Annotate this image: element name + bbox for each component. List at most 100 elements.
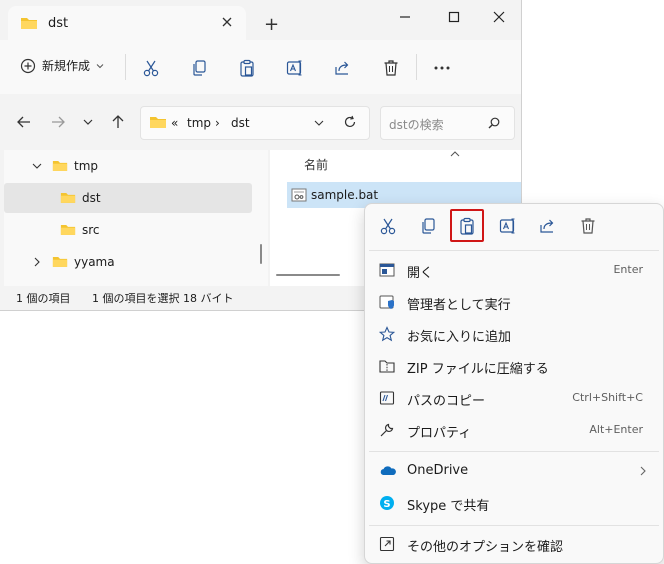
folder-icon	[52, 255, 68, 268]
breadcrumb-dst[interactable]: dst	[231, 116, 250, 130]
tree-item-yyama[interactable]: yyama	[4, 247, 252, 277]
delete-icon[interactable]	[579, 217, 597, 235]
navigation-pane: tmp dst src yyama	[4, 150, 268, 286]
chevron-right-icon[interactable]	[32, 257, 42, 267]
folder-icon	[60, 223, 76, 236]
delete-icon[interactable]	[382, 59, 400, 77]
tree-item-label: tmp	[74, 159, 99, 173]
tree-item-label: src	[82, 223, 100, 237]
recent-locations-icon[interactable]	[82, 114, 94, 130]
search-placeholder: dstの検索	[389, 118, 444, 132]
shield-icon	[379, 294, 395, 310]
menu-divider	[369, 525, 659, 526]
share-icon[interactable]	[539, 217, 557, 235]
zip-icon	[379, 358, 395, 374]
rename-icon[interactable]	[286, 59, 304, 77]
address-overflow[interactable]: «	[171, 116, 178, 130]
copy-icon[interactable]	[419, 217, 437, 235]
close-window-icon[interactable]	[492, 10, 506, 24]
chevron-down-icon[interactable]	[32, 161, 42, 171]
menu-item-run-as-admin[interactable]: 管理者として実行	[369, 286, 659, 318]
toolbar-divider	[416, 54, 417, 80]
search-icon	[487, 116, 501, 130]
star-icon	[379, 326, 395, 342]
menu-item-shortcut: Enter	[613, 263, 643, 276]
copy-path-icon	[379, 390, 395, 406]
rename-icon[interactable]	[499, 217, 517, 235]
folder-icon	[20, 16, 38, 30]
menu-item-label: パスのコピー	[407, 394, 486, 409]
onedrive-icon	[379, 463, 397, 479]
tab-dst[interactable]: dst	[8, 6, 246, 40]
minimize-icon[interactable]	[398, 10, 412, 24]
paste-highlight-box	[450, 209, 484, 242]
menu-item-open[interactable]: 開く Enter	[369, 254, 659, 286]
menu-item-properties[interactable]: プロパティ Alt+Enter	[369, 414, 659, 446]
chevron-down-icon[interactable]	[313, 117, 325, 129]
folder-icon	[52, 159, 68, 172]
folder-icon	[149, 115, 167, 129]
cut-icon[interactable]	[142, 59, 160, 77]
menu-item-onedrive[interactable]: OneDrive	[369, 455, 659, 487]
menu-item-skype-share[interactable]: S Skype で共有	[369, 487, 659, 519]
menu-item-copy-path[interactable]: パスのコピー Ctrl+Shift+C	[369, 382, 659, 414]
breadcrumb-tmp[interactable]: tmp	[187, 116, 211, 130]
forward-icon[interactable]	[50, 114, 66, 130]
new-button-label: 新規作成	[42, 59, 91, 73]
tree-item-tmp[interactable]: tmp	[4, 151, 252, 181]
wrench-icon	[379, 422, 395, 438]
menu-item-label: Skype で共有	[407, 499, 490, 514]
cut-icon[interactable]	[379, 217, 397, 235]
toolbar-divider	[125, 54, 126, 80]
svg-text:S: S	[383, 499, 390, 510]
sort-ascending-icon	[450, 150, 460, 158]
title-bar: dst +	[0, 0, 521, 40]
column-header-name[interactable]: 名前	[304, 156, 328, 173]
chevron-down-icon	[96, 62, 104, 70]
open-icon	[379, 262, 395, 278]
batch-file-icon	[291, 187, 307, 203]
tree-item-src[interactable]: src	[4, 215, 252, 245]
tree-item-dst[interactable]: dst	[4, 183, 252, 213]
menu-item-label: プロパティ	[407, 426, 472, 441]
menu-item-label: OneDrive	[407, 463, 469, 478]
more-options-icon	[379, 536, 395, 552]
menu-item-label: 開く	[407, 266, 434, 281]
tab-title: dst	[48, 16, 69, 31]
share-icon[interactable]	[334, 59, 352, 77]
plus-circle-icon	[20, 58, 36, 74]
command-bar: 新規作成	[0, 40, 521, 94]
status-selection: 1 個の項目を選択 18 バイト	[92, 292, 234, 305]
nav-scrollbar[interactable]	[260, 244, 262, 264]
context-menu: 開く Enter 管理者として実行 お気に入りに追加 ZIP ファイルに圧縮する…	[364, 203, 664, 564]
menu-item-label: ZIP ファイルに圧縮する	[407, 362, 549, 377]
search-box[interactable]: dstの検索	[380, 106, 515, 140]
menu-item-shortcut: Alt+Enter	[589, 423, 643, 436]
status-item-count: 1 個の項目	[16, 292, 71, 305]
refresh-icon[interactable]	[343, 115, 357, 129]
maximize-icon[interactable]	[447, 10, 461, 24]
paste-icon[interactable]	[238, 59, 256, 77]
back-icon[interactable]	[16, 114, 32, 130]
menu-item-more-options[interactable]: その他のオプションを確認	[369, 528, 659, 560]
folder-icon	[60, 191, 76, 204]
menu-item-compress-zip[interactable]: ZIP ファイルに圧縮する	[369, 350, 659, 382]
address-bar[interactable]: « tmp › dst	[140, 106, 370, 140]
new-button[interactable]: 新規作成	[20, 57, 104, 74]
menu-item-label: 管理者として実行	[407, 298, 511, 313]
menu-item-shortcut: Ctrl+Shift+C	[572, 391, 643, 404]
copy-icon[interactable]	[190, 59, 208, 77]
menu-item-add-favorite[interactable]: お気に入りに追加	[369, 318, 659, 350]
new-tab-button[interactable]: +	[264, 14, 279, 35]
skype-icon: S	[379, 495, 395, 511]
close-tab-icon[interactable]	[220, 15, 234, 29]
tree-item-label: dst	[82, 191, 101, 205]
breadcrumb-separator: ›	[215, 116, 220, 130]
menu-item-label: その他のオプションを確認	[407, 540, 564, 555]
more-icon[interactable]	[432, 59, 452, 77]
menu-item-label: お気に入りに追加	[407, 330, 512, 345]
menu-divider	[369, 250, 659, 251]
up-icon[interactable]	[110, 114, 126, 130]
tree-item-label: yyama	[74, 255, 115, 269]
content-scrollbar[interactable]	[276, 274, 340, 276]
